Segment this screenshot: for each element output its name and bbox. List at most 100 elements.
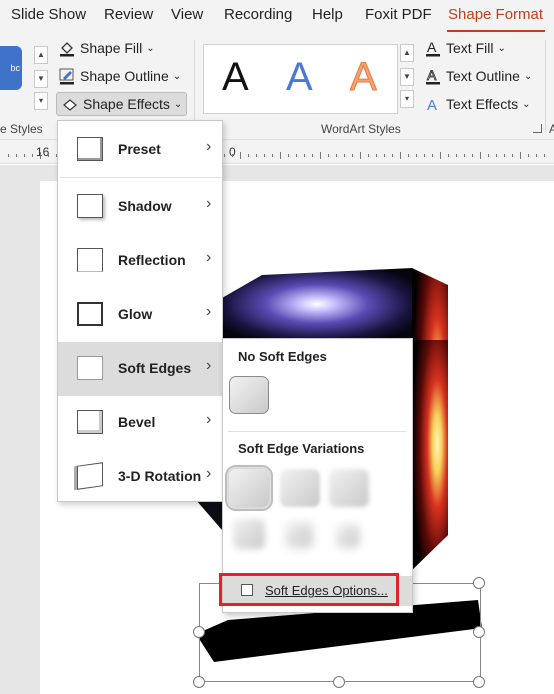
- ruler-tick: [520, 152, 521, 159]
- ruler-tick: [424, 154, 425, 157]
- wordart-style-black[interactable]: A: [222, 55, 249, 100]
- ruler-tick: [512, 154, 513, 157]
- tab-slide-show[interactable]: Slide Show: [11, 6, 86, 23]
- wordart-scroll-down-button[interactable]: ▼: [400, 68, 414, 86]
- chevron-down-icon: ⌄: [497, 42, 506, 54]
- ruler-tick: [32, 154, 33, 157]
- soft-edge-variation-swatch[interactable]: [280, 469, 320, 507]
- gallery-scroll-up-button[interactable]: ▲: [34, 46, 48, 64]
- menu-item-preset[interactable]: Preset ›: [58, 123, 222, 177]
- text-outline-label: Text Outline: [446, 68, 520, 84]
- ruler-tick: [480, 152, 481, 159]
- menu-item-soft-edges[interactable]: Soft Edges ›: [58, 342, 222, 396]
- ruler-tick: [40, 152, 41, 159]
- ruler-tick: [8, 154, 9, 157]
- text-fill-icon: A: [424, 39, 442, 57]
- ruler-tick: [528, 154, 529, 157]
- ruler-tick: [456, 154, 457, 157]
- shape-fill-button[interactable]: Shape Fill ⌄: [58, 36, 155, 60]
- wordart-style-orange[interactable]: A: [350, 55, 378, 100]
- wordart-style-blue[interactable]: A: [286, 55, 313, 100]
- soft-edge-variation-swatch[interactable]: [285, 522, 313, 548]
- ruler-tick: [472, 154, 473, 157]
- soft-edge-variation-swatch[interactable]: [233, 519, 265, 549]
- ribbon-separator: [194, 40, 195, 132]
- group-label-shape-styles: e Styles: [0, 122, 43, 136]
- ruler-tick: [440, 152, 441, 159]
- ruler-tick: [504, 154, 505, 157]
- shape-effects-button[interactable]: Shape Effects ⌄: [56, 92, 188, 116]
- ruler-tick: [448, 154, 449, 157]
- ruler-tick: [392, 154, 393, 157]
- soft-edge-variations-heading: Soft Edge Variations: [238, 441, 365, 456]
- tab-shape-format[interactable]: Shape Format: [448, 6, 543, 23]
- soft-edge-variation-swatch[interactable]: [329, 469, 369, 507]
- text-outline-button[interactable]: A Text Outline ⌄: [424, 64, 532, 88]
- shape-style-swatch[interactable]: bc: [0, 46, 22, 90]
- gallery-scroll-down-button[interactable]: ▼: [34, 70, 48, 88]
- chevron-down-icon: ⌄: [522, 98, 531, 110]
- chevron-down-icon: ⌄: [172, 70, 182, 82]
- menu-item-shadow[interactable]: Shadow ›: [58, 180, 222, 234]
- shape-outline-label: Shape Outline: [80, 68, 169, 84]
- ruler-tick: [464, 154, 465, 157]
- soft-edge-variation-swatch[interactable]: [225, 465, 273, 511]
- text-fill-button[interactable]: A Text Fill ⌄: [424, 36, 506, 60]
- menu-item-label: 3-D Rotation: [118, 468, 202, 484]
- ruler-tick: [328, 154, 329, 157]
- tab-foxit-pdf[interactable]: Foxit PDF: [365, 6, 432, 23]
- menu-item-glow[interactable]: Glow ›: [58, 288, 222, 342]
- ruler-tick: [48, 154, 49, 157]
- tab-recording[interactable]: Recording: [224, 6, 292, 23]
- menu-item-label: Glow: [118, 306, 153, 322]
- menu-item-reflection[interactable]: Reflection ›: [58, 234, 222, 288]
- ruler-tick: [264, 154, 265, 157]
- ruler-tick: [376, 154, 377, 157]
- menu-item-3d-rotation[interactable]: 3-D Rotation ›: [58, 450, 222, 504]
- tab-view[interactable]: View: [171, 6, 203, 23]
- ruler-tick: [336, 154, 337, 157]
- ruler-tick: [224, 154, 225, 157]
- ruler-tick: [496, 154, 497, 157]
- text-effects-label: Text Effects: [446, 96, 519, 112]
- ruler-tick: [416, 154, 417, 157]
- chevron-right-icon: ›: [206, 465, 212, 482]
- ruler-tick: [344, 154, 345, 157]
- gallery-more-button[interactable]: ▾: [34, 92, 48, 110]
- ruler-tick: [288, 154, 289, 157]
- ruler-tick: [320, 152, 321, 159]
- ruler-tick: [232, 154, 233, 157]
- reflection-icon: [77, 248, 103, 272]
- ruler-tick: [312, 154, 313, 157]
- menu-item-bevel[interactable]: Bevel ›: [58, 396, 222, 450]
- svg-text:A: A: [427, 39, 437, 55]
- chevron-right-icon: ›: [206, 195, 212, 212]
- shape-outline-button[interactable]: Shape Outline ⌄: [58, 64, 181, 88]
- soft-edge-variation-swatch[interactable]: [336, 524, 360, 548]
- chevron-right-icon: ›: [206, 138, 212, 155]
- 3d-rotation-icon: [77, 462, 103, 490]
- tab-review[interactable]: Review: [104, 6, 153, 23]
- chevron-down-icon: ⌄: [523, 70, 533, 82]
- ruler-tick: [272, 154, 273, 157]
- highlight-annotation-box: [219, 573, 399, 606]
- text-effects-icon: A: [424, 95, 442, 114]
- ruler-tick: [360, 152, 361, 159]
- menu-item-label: Preset: [118, 141, 161, 157]
- wordart-dialog-launcher[interactable]: [533, 124, 542, 133]
- bevel-icon: [77, 410, 103, 434]
- ruler-tick: [248, 154, 249, 157]
- ruler-tick: [432, 154, 433, 157]
- text-fill-label: Text Fill: [446, 40, 494, 56]
- ruler-tick: [240, 152, 241, 159]
- ruler-tick: [296, 154, 297, 157]
- ruler-tick: [24, 154, 25, 157]
- wordart-more-button[interactable]: ▾: [400, 90, 414, 108]
- no-soft-edge-swatch[interactable]: [229, 376, 269, 414]
- wordart-scroll-up-button[interactable]: ▲: [400, 44, 414, 62]
- preset-icon: [77, 137, 103, 161]
- ruler-tick: [352, 154, 353, 157]
- text-effects-button[interactable]: A Text Effects ⌄: [424, 92, 531, 116]
- tab-help[interactable]: Help: [312, 6, 343, 23]
- ruler-tick: [16, 154, 17, 157]
